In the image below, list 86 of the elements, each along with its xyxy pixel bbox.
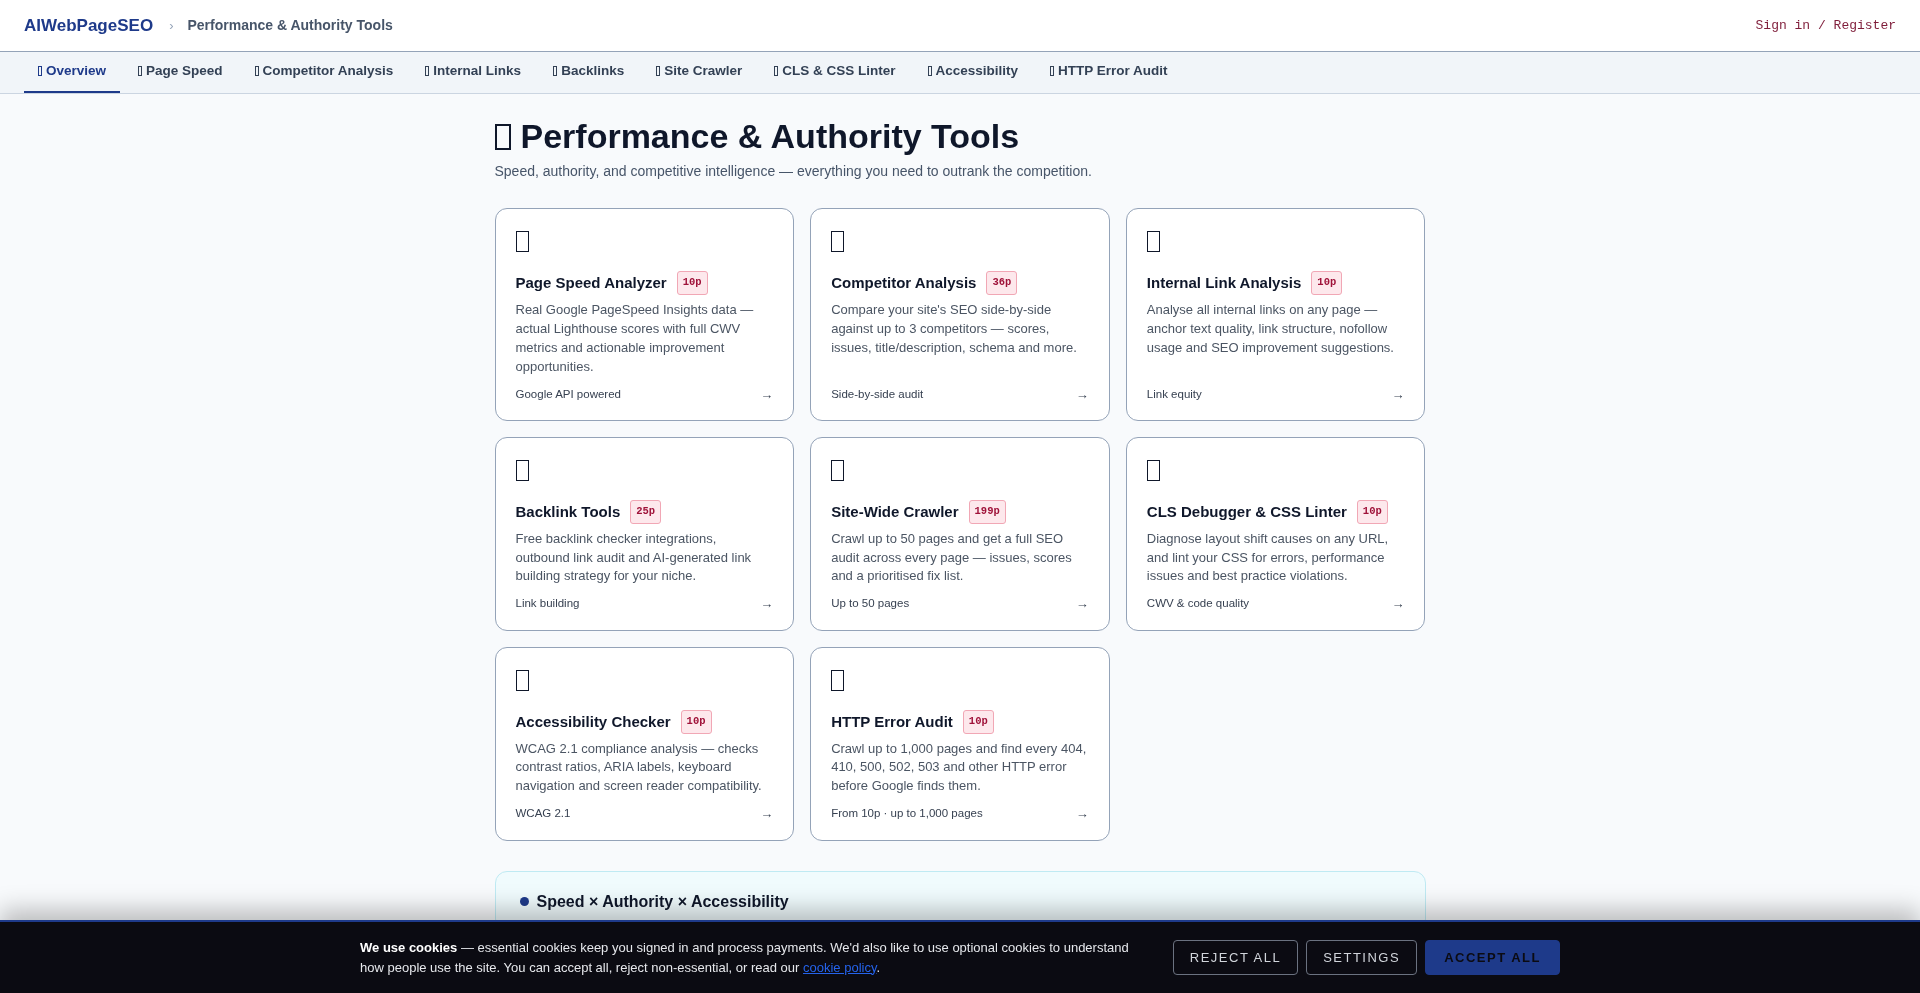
nav-tab[interactable]: Overview xyxy=(24,51,121,93)
nav-tab[interactable]: Page Speed xyxy=(124,51,237,93)
tool-tagline: WCAG 2.1 xyxy=(515,806,571,822)
tool-tagline: Link equity xyxy=(1146,386,1202,402)
site-logo[interactable]: AIWebPageSEO xyxy=(24,12,154,39)
arrow-icon: → xyxy=(760,384,774,404)
price-badge: 199p xyxy=(968,500,1006,524)
tool-description: WCAG 2.1 compliance analysis — checks contrast ratios, ARIA labels, keyboard navigation and screen reader compatibility. xyxy=(515,739,763,796)
arrow-icon: → xyxy=(1391,594,1405,614)
arrow-icon: → xyxy=(1391,384,1405,404)
price-badge: 10p xyxy=(676,271,708,296)
tool-card[interactable]: Site-Wide Crawler 199p Crawl up to 50 pages and get a full SEO audit across every page — issues, scores and a prioritised fix list. Up to 50 pages → xyxy=(810,437,1110,631)
price-badge: 10p xyxy=(680,709,712,734)
tool-description: Analyse all internal links on any page — anchor text quality, link structure, nofollow usage and SEO improvement suggestions. xyxy=(1146,301,1395,357)
missing-glyph-icon xyxy=(1146,231,1160,253)
tool-tagline: Up to 50 pages xyxy=(831,596,910,612)
price-badge: 36p xyxy=(986,271,1018,296)
missing-glyph-icon xyxy=(831,231,845,253)
tool-card[interactable]: Internal Link Analysis 10p Analyse all internal links on any page — anchor text quality, link structure, nofollow usage and SEO improvement suggestions. Link equity → xyxy=(1125,208,1426,421)
tool-title: CLS Debugger & CSS Linter xyxy=(1146,502,1347,521)
missing-glyph-icon xyxy=(831,669,845,691)
missing-glyph-icon xyxy=(1146,460,1160,481)
tool-card[interactable]: HTTP Error Audit 10p Crawl up to 1,000 pages and find every 404, 410, 500, 502, 503 and other HTTP error before Google finds them. From 10p · up to 1,000 pages → xyxy=(810,646,1110,841)
tool-tagline: Side-by-side audit xyxy=(831,386,924,402)
tool-title: Site-Wide Crawler xyxy=(831,502,959,521)
arrow-icon: → xyxy=(1075,804,1089,824)
cookie-option-button[interactable]: SETTINGS xyxy=(1306,939,1418,976)
tool-title: Internal Link Analysis xyxy=(1146,274,1302,293)
missing-glyph-icon xyxy=(38,66,42,76)
price-badge: 10p xyxy=(1311,271,1343,296)
missing-glyph-icon xyxy=(494,123,511,150)
tool-title: Page Speed Analyzer xyxy=(515,274,667,293)
nav-tab[interactable]: HTTP Error Audit xyxy=(1036,51,1182,93)
page-title: Performance & Authority Tools xyxy=(520,118,1020,156)
tool-title: Accessibility Checker xyxy=(515,712,671,731)
tool-card[interactable]: Page Speed Analyzer 10p Real Google PageSpeed Insights data — actual Lighthouse scores with full CWV metrics and actionable improvement opportunities. Google API powered → xyxy=(494,208,795,421)
arrow-icon: → xyxy=(760,804,774,824)
tool-description: Crawl up to 50 pages and get a full SEO audit across every page — issues, scores and a prioritised fix list. xyxy=(831,529,1073,586)
tool-description: Crawl up to 1,000 pages and find every 404, 410, 500, 502, 503 and other HTTP error before Google finds them. xyxy=(831,739,1088,796)
nav-tab[interactable]: Internal Links xyxy=(411,51,536,93)
missing-glyph-icon xyxy=(1050,66,1055,76)
tool-tagline: CWV & code quality xyxy=(1146,596,1250,612)
missing-glyph-icon xyxy=(138,66,143,76)
arrow-icon: → xyxy=(1075,384,1089,404)
missing-glyph-icon xyxy=(425,66,430,76)
tool-title: Backlink Tools xyxy=(515,502,621,521)
tool-card[interactable]: Accessibility Checker 10p WCAG 2.1 compliance analysis — checks contrast ratios, ARIA labels, keyboard navigation and screen reader compatibility. WCAG 2.1 → xyxy=(494,646,795,841)
cookie-notice-text: We use cookies — essential cookies keep you signed in and process payments. We'd also like to use optional cookies to understand how people use the site. You can accept all, reject non-essential, or read our cookie policy. xyxy=(360,939,1130,977)
breadcrumb-current: Performance & Authority Tools xyxy=(187,16,393,35)
cookie-option-button[interactable]: REJECT ALL xyxy=(1172,939,1299,976)
missing-glyph-icon xyxy=(553,66,558,76)
breadcrumb-separator: › xyxy=(169,16,174,35)
tool-tagline: Google API powered xyxy=(515,386,621,402)
price-badge: 25p xyxy=(630,500,662,524)
missing-glyph-icon xyxy=(254,66,259,76)
bullet-dot-icon xyxy=(519,897,529,907)
missing-glyph-icon xyxy=(515,460,529,481)
tool-card[interactable]: CLS Debugger & CSS Linter 10p Diagnose layout shift causes on any URL, and lint your CSS for errors, performance issues and best practice violations. CWV & code quality → xyxy=(1125,437,1426,631)
tool-description: Free backlink checker integrations, outbound link audit and AI-generated link building strategy for your niche. xyxy=(515,529,753,586)
tool-card[interactable]: Backlink Tools 25p Free backlink checker integrations, outbound link audit and AI-generated link building strategy for your niche. Link building → xyxy=(494,437,795,631)
tool-title: HTTP Error Audit xyxy=(831,712,953,731)
missing-glyph-icon xyxy=(831,460,845,481)
tool-title: Competitor Analysis xyxy=(831,274,977,293)
page-subtitle: Speed, authority, and competitive intelligence — everything you need to outrank the competition. xyxy=(494,162,1093,182)
tool-tagline: Link building xyxy=(515,596,580,612)
nav-tab[interactable]: Site Crawler xyxy=(642,51,757,93)
missing-glyph-icon xyxy=(515,231,529,253)
arrow-icon: → xyxy=(760,594,774,614)
nav-tab[interactable]: Accessibility xyxy=(913,51,1033,93)
tool-card[interactable]: Competitor Analysis 36p Compare your site's SEO side-by-side against up to 3 competitors — scores, issues, title/description, schema and more. Side-by-side audit → xyxy=(810,208,1110,421)
tool-tagline: From 10p · up to 1,000 pages xyxy=(831,806,983,822)
missing-glyph-icon xyxy=(515,669,529,691)
missing-glyph-icon xyxy=(656,66,661,76)
info-panel-title: Speed × Authority × Accessibility xyxy=(536,891,789,912)
nav-tab[interactable]: CLS & CSS Linter xyxy=(760,51,910,93)
tool-description: Diagnose layout shift causes on any URL, and lint your CSS for errors, performance issues and best practice violations. xyxy=(1146,529,1390,586)
missing-glyph-icon xyxy=(927,66,932,76)
arrow-icon: → xyxy=(1075,594,1089,614)
tool-description: Compare your site's SEO side-by-side against up to 3 competitors — scores, issues, title/description, schema and more. xyxy=(831,301,1078,357)
tool-description: Real Google PageSpeed Insights data — actual Lighthouse scores with full CWV metrics and actionable improvement opportunities. xyxy=(515,301,755,376)
nav-tab[interactable]: Competitor Analysis xyxy=(240,51,408,93)
nav-tab[interactable]: Backlinks xyxy=(539,51,639,93)
price-badge: 10p xyxy=(962,709,994,734)
sign-in-link[interactable]: Sign in / Register xyxy=(1755,15,1896,36)
missing-glyph-icon xyxy=(774,66,779,76)
price-badge: 10p xyxy=(1356,500,1388,524)
